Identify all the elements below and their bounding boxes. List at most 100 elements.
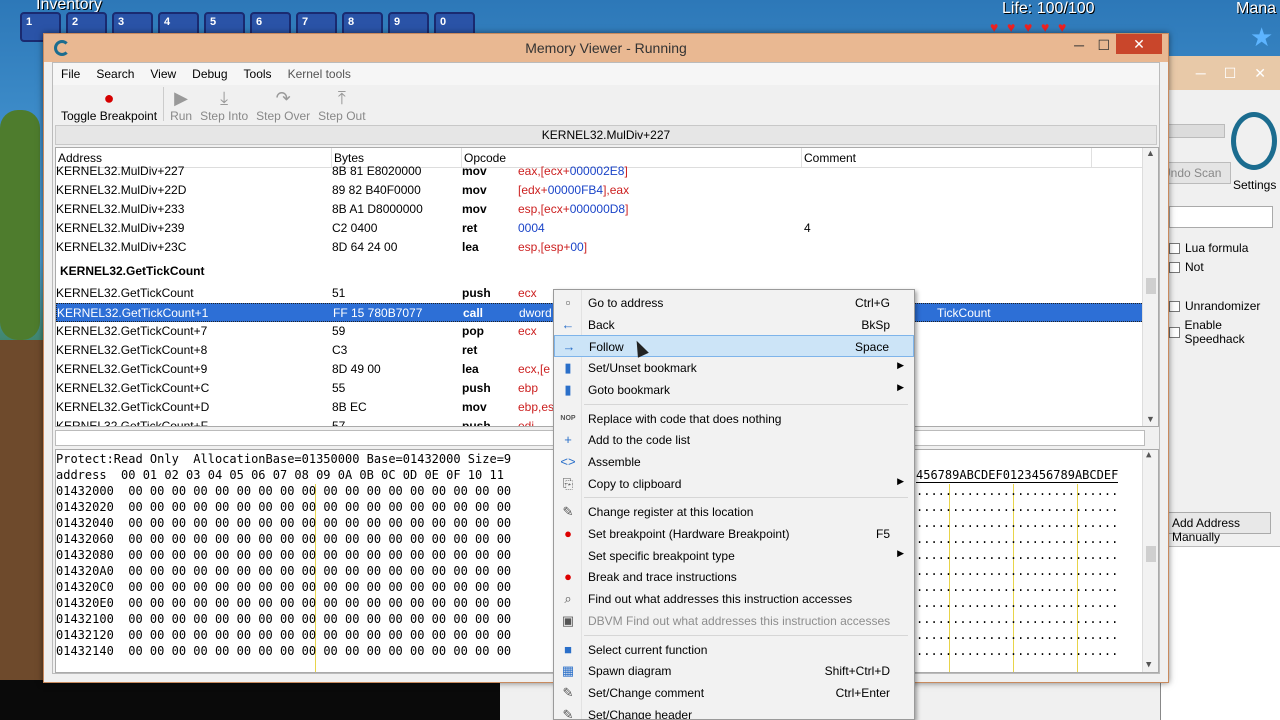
toggle-breakpoint-button[interactable]: ● Toggle Breakpoint xyxy=(57,87,161,123)
menu-kernel-tools[interactable]: Kernel tools xyxy=(280,67,359,81)
step-into-button[interactable]: ⤓ Step Into xyxy=(196,87,252,123)
lua-formula-checkbox[interactable]: Lua formula xyxy=(1169,241,1248,255)
hex-row[interactable]: 014320A0 00 00 00 00 00 00 00 00 00 00 0… xyxy=(56,564,511,580)
menu-item-copy-to-clipboard[interactable]: ⎘ Copy to clipboard ▶ xyxy=(554,473,914,495)
menu-item-set-unset-bookmark[interactable]: ▮ Set/Unset bookmark ▶ xyxy=(554,357,914,379)
menu-item-follow[interactable]: → Follow Space xyxy=(554,335,914,358)
instruction-row[interactable]: KERNEL32.MulDiv+22D 89 82 B40F0000 mov [edx… xyxy=(56,181,1158,200)
close-icon[interactable]: ✕ xyxy=(1254,65,1266,82)
hex-row[interactable]: 01432100 00 00 00 00 00 00 00 00 00 00 0… xyxy=(56,612,511,628)
maximize-icon[interactable]: ☐ xyxy=(1224,65,1237,82)
step-over-button[interactable]: ↷ Step Over xyxy=(252,87,314,123)
hex-row[interactable]: 01432000 00 00 00 00 00 00 00 00 00 00 0… xyxy=(56,484,511,500)
menu-view[interactable]: View xyxy=(142,67,184,81)
instruction-opcode: ret xyxy=(462,343,478,357)
menu-debug[interactable]: Debug xyxy=(184,67,235,81)
minimize-button[interactable]: ─ xyxy=(1074,37,1084,53)
hex-row[interactable]: 01432120 00 00 00 00 00 00 00 00 00 00 0… xyxy=(56,628,511,644)
menu-item-set-specific-breakpoint-type[interactable]: Set specific breakpoint type ▶ xyxy=(554,545,914,567)
instruction-operands: edi xyxy=(518,419,535,427)
cheat-engine-logo-icon[interactable] xyxy=(1231,112,1277,170)
function-label[interactable]: KERNEL32.GetTickCount xyxy=(56,257,1158,284)
menu-item-find-out-what-addresses-this-instruction-accesses[interactable]: ⌕ Find out what addresses this instructio… xyxy=(554,588,914,610)
undo-scan-button[interactable]: Undo Scan xyxy=(1161,162,1231,184)
function-icon: ■ xyxy=(564,641,572,657)
instruction-opcode: call xyxy=(463,306,484,320)
menu-file[interactable]: File xyxy=(53,67,88,81)
cheat-engine-main-window: ─ ☐ ✕ Undo Scan Settings Lua formula Not… xyxy=(1160,56,1280,720)
scroll-thumb[interactable] xyxy=(1146,278,1156,294)
menu-item-add-to-the-code-list[interactable]: + Add to the code list xyxy=(554,429,914,451)
menu-item-set-breakpoint-hardware-breakpoint[interactable]: ● Set breakpoint (Hardware Breakpoint) F5 xyxy=(554,523,914,545)
instruction-address: KERNEL32.MulDiv+239 xyxy=(56,221,185,235)
menu-item-change-register-at-this-location[interactable]: ✎ Change register at this location xyxy=(554,501,914,523)
hex-row[interactable]: 014320C0 00 00 00 00 00 00 00 00 00 00 0… xyxy=(56,580,511,596)
hearts: ♥ ♥ ♥ ♥ ♥ xyxy=(990,20,1072,34)
menu-item-select-current-function[interactable]: ■ Select current function xyxy=(554,639,914,661)
menu-tools[interactable]: Tools xyxy=(236,67,280,81)
hex-row[interactable]: 01432060 00 00 00 00 00 00 00 00 00 00 0… xyxy=(56,532,511,548)
instruction-address: KERNEL32.GetTickCount+9 xyxy=(56,362,208,376)
minimize-icon[interactable]: ─ xyxy=(1196,65,1206,81)
title-bar[interactable]: Memory Viewer - Running ─ ☐ ✕ xyxy=(44,34,1168,62)
instruction-row[interactable]: KERNEL32.MulDiv+23C 8D 64 24 00 lea esp,[es… xyxy=(56,238,1158,257)
add-address-button[interactable]: Add Address Manually xyxy=(1167,512,1271,544)
instruction-bytes: 8B EC xyxy=(332,400,367,414)
chevron-down-icon[interactable]: ▼ xyxy=(1146,660,1151,670)
instruction-row[interactable]: KERNEL32.MulDiv+233 8B A1 D8000000 mov esp,… xyxy=(56,200,1158,219)
hex-row[interactable]: 01432040 00 00 00 00 00 00 00 00 00 00 0… xyxy=(56,516,511,532)
menu-item-break-and-trace-instructions[interactable]: ● Break and trace instructions xyxy=(554,566,914,588)
step-out-button[interactable]: ⤒ Step Out xyxy=(314,87,369,123)
instruction-row[interactable]: KERNEL32.MulDiv+239 C2 0400 ret 0004 4 xyxy=(56,219,1158,238)
hex-row[interactable]: 01432080 00 00 00 00 00 00 00 00 00 00 0… xyxy=(56,548,511,564)
checkbox-box[interactable] xyxy=(1169,242,1180,254)
chevron-up-icon[interactable]: ▲ xyxy=(1146,450,1151,460)
maximize-button[interactable]: ☐ xyxy=(1097,37,1110,54)
hex-ascii: ............................ xyxy=(916,500,1119,514)
scroll-thumb[interactable] xyxy=(1146,546,1156,562)
menu-item-label: Go to address xyxy=(588,296,664,310)
close-button[interactable]: ✕ xyxy=(1116,34,1162,54)
toolbar-label: Step Out xyxy=(318,109,366,123)
menu-item-shortcut: Ctrl+G xyxy=(854,296,890,310)
menu-item-assemble[interactable]: <> Assemble xyxy=(554,451,914,473)
hex-scrollbar[interactable]: ▲ ▼ xyxy=(1142,450,1158,672)
toolbar-label: Run xyxy=(170,109,193,123)
hex-bytes: 00 00 00 00 00 00 00 00 00 00 00 00 00 0… xyxy=(128,516,512,530)
instruction-row[interactable]: KERNEL32.MulDiv+227 8B 81 E8020000 mov eax,… xyxy=(56,162,1158,181)
plus-icon: + xyxy=(564,432,572,448)
hex-row[interactable]: 01432020 00 00 00 00 00 00 00 00 00 00 0… xyxy=(56,500,511,516)
not-checkbox[interactable]: Not xyxy=(1169,260,1204,274)
instruction-bytes: 57 xyxy=(332,419,346,427)
location-bar[interactable]: KERNEL32.MulDiv+227 xyxy=(55,125,1157,145)
menu-item-spawn-diagram[interactable]: ▦ Spawn diagram Shift+Ctrl+D xyxy=(554,660,914,682)
menu-item-back[interactable]: ← Back BkSp xyxy=(554,314,914,336)
checkbox-label: Not xyxy=(1185,260,1204,274)
settings-link[interactable]: Settings xyxy=(1233,178,1276,192)
magnifier-icon: ⌕ xyxy=(564,591,572,607)
speedhack-checkbox[interactable]: Enable Speedhack xyxy=(1169,318,1280,346)
chevron-down-icon[interactable]: ▼ xyxy=(1146,414,1155,424)
address-list[interactable] xyxy=(1161,546,1280,720)
run-button[interactable]: ▶ Run xyxy=(166,87,196,123)
hex-address: 014320C0 xyxy=(56,580,114,594)
diagram-icon: ▦ xyxy=(561,663,575,679)
hex-row[interactable]: 01432140 00 00 00 00 00 00 00 00 00 00 0… xyxy=(56,644,511,660)
hex-row[interactable]: 014320E0 00 00 00 00 00 00 00 00 00 00 0… xyxy=(56,596,511,612)
value-input[interactable] xyxy=(1169,206,1273,228)
menu-item-set-change-comment[interactable]: ✎ Set/Change comment Ctrl+Enter xyxy=(554,682,914,704)
menu-item-set-change-header[interactable]: ✎ Set/Change header xyxy=(554,704,914,719)
menu-search[interactable]: Search xyxy=(88,67,142,81)
checkbox-box[interactable] xyxy=(1169,261,1180,273)
chevron-up-icon[interactable]: ▲ xyxy=(1146,148,1155,158)
hex-address: 01432020 xyxy=(56,500,114,514)
menu-item-goto-bookmark[interactable]: ▮ Goto bookmark ▶ xyxy=(554,379,914,401)
menu-item-replace-with-code-that-does-nothing[interactable]: NOP Replace with code that does nothing xyxy=(554,408,914,430)
instruction-bytes: 89 82 B40F0000 xyxy=(332,183,421,197)
menu-item-go-to-address[interactable]: ▫ Go to address Ctrl+G xyxy=(554,292,914,314)
unrandomizer-checkbox[interactable]: Unrandomizer xyxy=(1169,299,1260,313)
hex-bytes: 00 00 00 00 00 00 00 00 00 00 00 00 00 0… xyxy=(128,612,512,626)
checkbox-box[interactable] xyxy=(1169,326,1180,338)
disassembler-scrollbar[interactable]: ▲ ▼ xyxy=(1142,148,1158,426)
checkbox-box[interactable] xyxy=(1169,300,1180,312)
